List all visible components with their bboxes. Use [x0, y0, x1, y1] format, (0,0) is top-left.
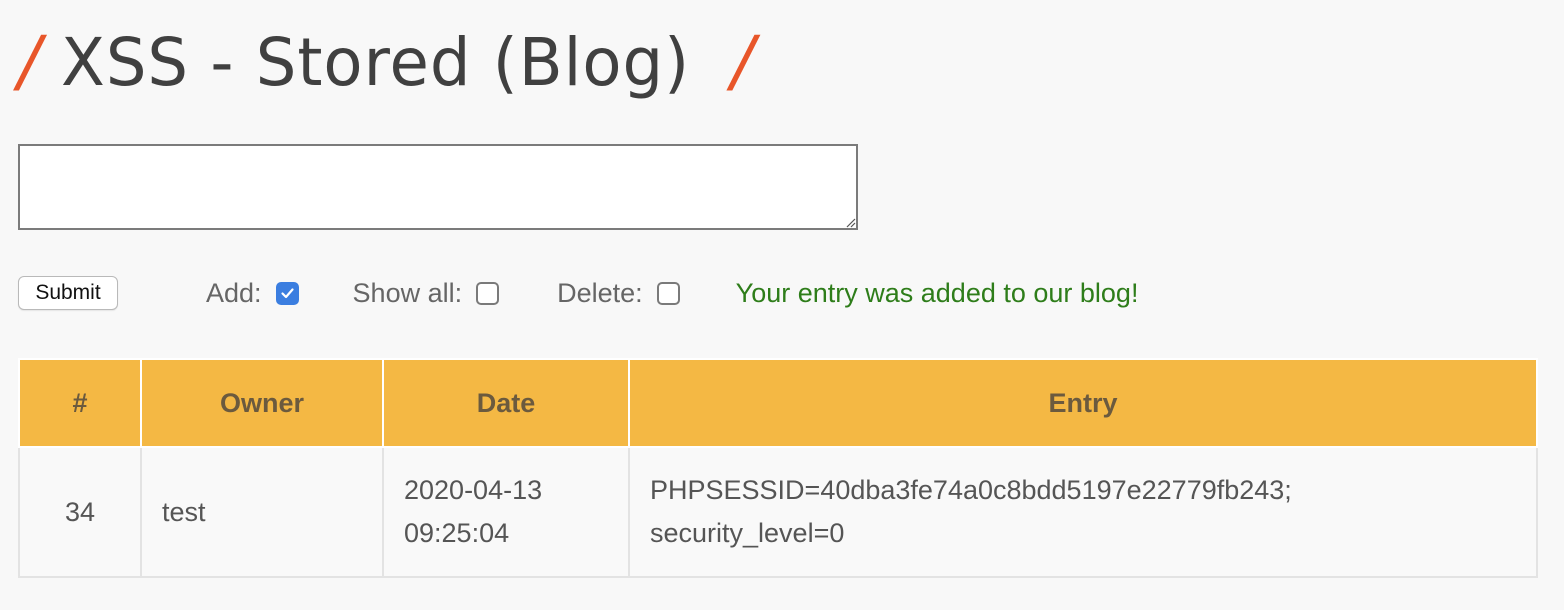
add-label: Add:: [206, 277, 262, 308]
page-title-text: XSS - Stored (Blog): [60, 23, 690, 101]
cell-date-day: 2020-04-13: [404, 475, 543, 505]
cell-owner: test: [140, 446, 384, 578]
add-checkbox[interactable]: [275, 281, 299, 305]
blog-table: # Owner Date Entry 34 test 2020-04-13 09…: [18, 358, 1538, 578]
table-row: 34 test 2020-04-13 09:25:04 PHPSESSID=40…: [18, 446, 1538, 578]
show-all-option: Show all:: [353, 278, 500, 309]
add-option: Add:: [206, 278, 299, 309]
header-owner: Owner: [140, 358, 384, 448]
show-all-checkbox[interactable]: [476, 281, 500, 305]
header-date: Date: [382, 358, 630, 448]
delete-option: Delete:: [557, 278, 680, 309]
show-all-label: Show all:: [352, 277, 463, 308]
submit-button[interactable]: Submit: [18, 276, 118, 310]
title-slash-right: /: [731, 22, 755, 101]
page-title: / XSS - Stored (Blog) /: [18, 12, 754, 112]
status-message: Your entry was added to our blog!: [735, 277, 1139, 308]
form-controls: Submit Add: Show all: Delete: Your entry…: [18, 274, 1138, 312]
title-slash-left: /: [18, 22, 41, 101]
cell-date: 2020-04-13 09:25:04: [382, 446, 630, 578]
table-header-row: # Owner Date Entry: [18, 358, 1538, 448]
checkmark-icon: [280, 287, 294, 298]
header-entry: Entry: [628, 358, 1538, 448]
cell-id: 34: [18, 446, 142, 578]
header-number: #: [18, 358, 142, 448]
cell-entry-line1: PHPSESSID=40dba3fe74a0c8bdd5197e22779fb2…: [650, 475, 1292, 505]
resize-grip-icon[interactable]: [844, 216, 856, 228]
cell-entry-line2: security_level=0: [650, 518, 845, 548]
cell-entry: PHPSESSID=40dba3fe74a0c8bdd5197e22779fb2…: [628, 446, 1538, 578]
cell-date-time: 09:25:04: [404, 518, 510, 548]
blog-entry-textarea[interactable]: [18, 144, 858, 230]
delete-label: Delete:: [557, 277, 643, 308]
delete-checkbox[interactable]: [656, 281, 680, 305]
